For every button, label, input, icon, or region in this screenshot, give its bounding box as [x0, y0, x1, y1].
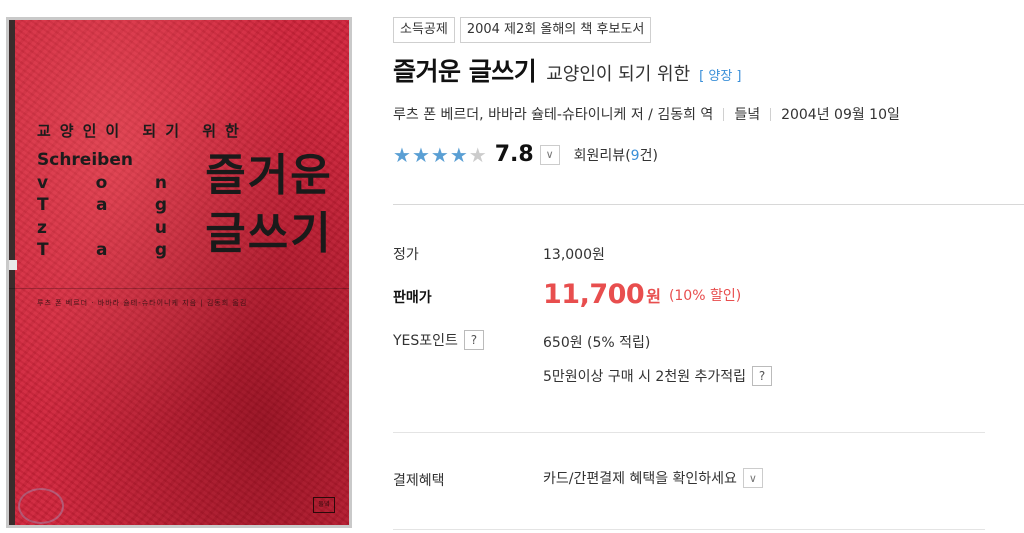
binding-type: [ 양장 ] [699, 69, 742, 84]
cover-latin-line: Schreiben [37, 149, 167, 172]
cover-latin-line: T a g [37, 239, 167, 262]
cover-latin-letter: v [37, 172, 49, 193]
cover-latin-title: Schreiben v o n T a g z u T a g [37, 149, 167, 262]
cover-spine [9, 20, 15, 525]
extra-points-help-button[interactable]: ? [752, 366, 773, 386]
watermark-icon [18, 488, 64, 524]
points-label: YES포인트 [393, 333, 458, 349]
sale-price-amount: 11,700 [543, 279, 645, 310]
cover-latin-line: z u [37, 217, 167, 240]
cover-latin-letter: n [154, 172, 167, 193]
cover-rule [9, 288, 349, 289]
payment-benefit-row: 카드/간편결제 혜택을 확인하세요 ∨ [543, 468, 763, 488]
cover-latin-letter: g [154, 195, 167, 215]
star-icon: ★ [430, 142, 449, 167]
book-title: 즐거운 글쓰기 [393, 57, 537, 86]
review-count: 9 [630, 147, 640, 164]
star-icon: ★ [393, 142, 411, 167]
cover-latin-letter: u [154, 217, 167, 238]
extra-points-row: 5만원이상 구매 시 2천원 추가적립 ? [543, 366, 773, 386]
chevron-down-icon: ∨ [748, 471, 757, 485]
sale-price-unit: 원 [646, 286, 661, 306]
list-price-value: 13,000원 [543, 247, 605, 263]
review-label: 회원리뷰( [573, 147, 631, 164]
cover-spine-mark [9, 260, 17, 270]
badge-list: 소득공제 2004 제2회 올해의 책 후보도서 [393, 17, 652, 43]
cover-latin-letter: T [37, 240, 49, 260]
cover-title-line: 글쓰기 [205, 208, 333, 259]
payment-benefit-text: 카드/간편결제 혜택을 확인하세요 [543, 471, 737, 487]
star-icon: ★ [449, 142, 468, 167]
rating-score: 7.8 [494, 142, 534, 167]
extra-points-text: 5만원이상 구매 시 2천원 추가적립 [543, 369, 747, 385]
section-divider [393, 529, 985, 530]
section-divider [393, 204, 1024, 205]
star-icon: ★ [411, 142, 430, 167]
badge-tax-deduction[interactable]: 소득공제 [393, 17, 455, 43]
cover-latin-letter: T [37, 195, 49, 215]
title-row: 즐거운 글쓰기 교양인이 되기 위한 [ 양장 ] [393, 52, 742, 88]
book-cover: 교양인이 되기 위한 Schreiben v o n T a g z u T a… [9, 20, 349, 525]
book-subtitle: 교양인이 되기 위한 [546, 64, 691, 85]
cover-latin-letter: z [37, 217, 47, 238]
cover-latin-line: T a g [37, 194, 167, 217]
chevron-down-icon: ∨ [545, 148, 554, 161]
meta-divider [770, 107, 772, 121]
cover-authors: 루츠 폰 베르더 · 바바라 슐테-슈타이니케 지음 | 김동희 옮김 [37, 299, 248, 307]
review-link[interactable]: 회원리뷰(9건) [574, 145, 658, 165]
sale-price-label: 판매가 [393, 290, 432, 306]
publisher-link[interactable]: 들녘 [734, 104, 760, 124]
star-icon: ★ [468, 142, 487, 167]
payment-dropdown-button[interactable]: ∨ [742, 468, 763, 488]
question-icon: ? [470, 333, 478, 347]
cover-subtitle: 교양인이 되기 위한 [37, 122, 248, 140]
cover-latin-letter: o [95, 172, 108, 193]
meta-divider [723, 107, 725, 121]
section-divider [393, 432, 985, 433]
points-help-button[interactable]: ? [463, 330, 484, 350]
author-link[interactable]: 루츠 폰 베르더, 바바라 슐테-슈타이니케 저 / 김동희 역 [393, 104, 713, 124]
cover-latin-line: v o n [37, 172, 167, 195]
discount-rate: (10% 할인) [668, 287, 742, 304]
cover-latin-letter: a [95, 195, 108, 215]
publisher-logo: 들녘 [313, 497, 335, 513]
book-meta: 루츠 폰 베르더, 바바라 슐테-슈타이니케 저 / 김동희 역 들녘 2004… [393, 104, 900, 124]
cover-latin-letter: a [95, 240, 108, 260]
cover-title-line: 즐거운 [205, 150, 333, 201]
review-suffix: 건) [639, 147, 658, 164]
badge-book-of-year[interactable]: 2004 제2회 올해의 책 후보도서 [459, 17, 652, 43]
list-price-label: 정가 [393, 247, 419, 263]
rating-row: ★ ★ ★ ★ ★ 7.8 ∨ 회원리뷰(9건) [393, 142, 658, 167]
points-value: 650원 (5% 적립) [543, 335, 651, 351]
publish-date: 2004년 09월 10일 [781, 107, 900, 123]
cover-latin-word: Schreiben [37, 150, 133, 170]
payment-label: 결제혜택 [393, 473, 445, 489]
cover-title: 즐거운 글쓰기 [189, 147, 349, 263]
question-icon: ? [758, 369, 766, 383]
book-cover-image[interactable]: 교양인이 되기 위한 Schreiben v o n T a g z u T a… [6, 17, 352, 528]
sale-price: 11,700 원 (10% 할인) [543, 279, 741, 310]
points-label-row: YES포인트 ? [393, 330, 484, 350]
star-rating: ★ ★ ★ ★ ★ [393, 144, 487, 166]
rating-dropdown-button[interactable]: ∨ [539, 144, 560, 165]
cover-latin-letter: g [154, 240, 167, 260]
